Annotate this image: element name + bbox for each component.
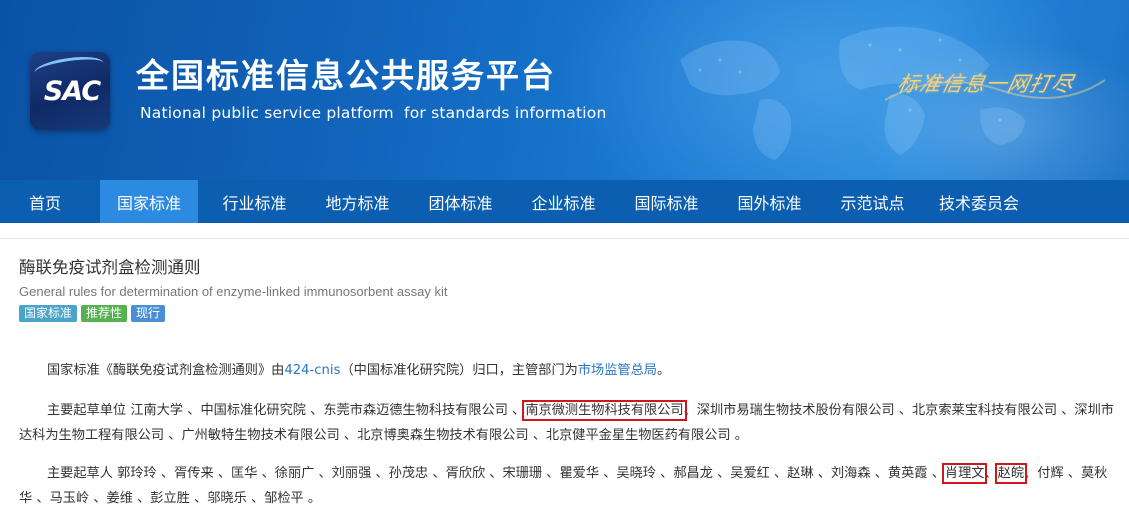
highlighted-drafter-2: 赵皖 [994, 463, 1028, 484]
standard-title-english: General rules for determination of enzym… [19, 284, 448, 299]
site-subtitle: National public service platform for sta… [140, 104, 607, 122]
sac-logo[interactable]: SAC [30, 52, 110, 130]
logo-text: SAC [43, 76, 101, 107]
nav-item-home[interactable]: 首页 [0, 180, 90, 223]
highlighted-drafting-unit: 南京微测生物科技有限公司 [522, 400, 687, 421]
authority-link[interactable]: 市场监管总局 [578, 363, 657, 378]
drafting-units-paragraph: 主要起草单位 江南大学 、中国标准化研究院 、东莞市森迈德生物科技有限公司 、南… [19, 398, 1114, 448]
nav-item-pilot-demos[interactable]: 示范试点 [821, 180, 924, 223]
committee-link[interactable]: 424-cnis [284, 363, 340, 378]
nav-item-group-standards[interactable]: 团体标准 [409, 180, 512, 223]
governance-text-prefix: 国家标准《酶联免疫试剂盒检测通则》由 [47, 363, 285, 378]
badge-recommended: 推荐性 [81, 305, 128, 322]
site-title: 全国标准信息公共服务平台 [136, 56, 556, 95]
standard-badges: 国家标准 推荐性 现行 [19, 305, 166, 322]
nav-item-local-standards[interactable]: 地方标准 [306, 180, 409, 223]
nav-item-technical-committees[interactable]: 技术委员会 [924, 180, 1034, 223]
nav-item-international-standards[interactable]: 国际标准 [615, 180, 718, 223]
nav-item-national-standards[interactable]: 国家标准 [100, 180, 198, 223]
standard-title: 酶联免疫试剂盒检测通则 [19, 258, 201, 277]
nav-item-foreign-standards[interactable]: 国外标准 [718, 180, 821, 223]
drafting-units-prefix: 主要起草单位 江南大学 、中国标准化研究院 、东莞市森迈德生物科技有限公司 、 [47, 403, 526, 418]
content-divider [0, 238, 1129, 239]
highlighted-drafter-1: 肖理文 [941, 463, 988, 484]
badge-current: 现行 [131, 305, 166, 322]
nav-item-industry-standards[interactable]: 行业标准 [203, 180, 306, 223]
drafters-prefix: 主要起草人 郭玲玲 、胥传来 、匡华 、徐丽广 、刘丽强 、孙茂忠 、胥欣欣 、… [47, 466, 945, 481]
governance-text-middle: （中国标准化研究院）归口，主管部门为 [340, 363, 578, 378]
drafters-paragraph: 主要起草人 郭玲玲 、胥传来 、匡华 、徐丽广 、刘丽强 、孙茂忠 、胥欣欣 、… [19, 461, 1114, 511]
main-nav: 首页 国家标准 行业标准 地方标准 团体标准 企业标准 国际标准 国外标准 示范… [0, 180, 1129, 223]
drafters-between: 、 [984, 466, 998, 481]
slogan-text: 标准信息一网打尽 [895, 72, 1077, 96]
governance-paragraph: 国家标准《酶联免疫试剂盒检测通则》由424-cnis（中国标准化研究院）归口，主… [19, 358, 1114, 383]
site-banner: SAC 全国标准信息公共服务平台 National public service… [0, 0, 1129, 180]
nav-item-enterprise-standards[interactable]: 企业标准 [512, 180, 615, 223]
governance-text-suffix: 。 [656, 363, 671, 378]
badge-national-standard: 国家标准 [19, 305, 78, 322]
